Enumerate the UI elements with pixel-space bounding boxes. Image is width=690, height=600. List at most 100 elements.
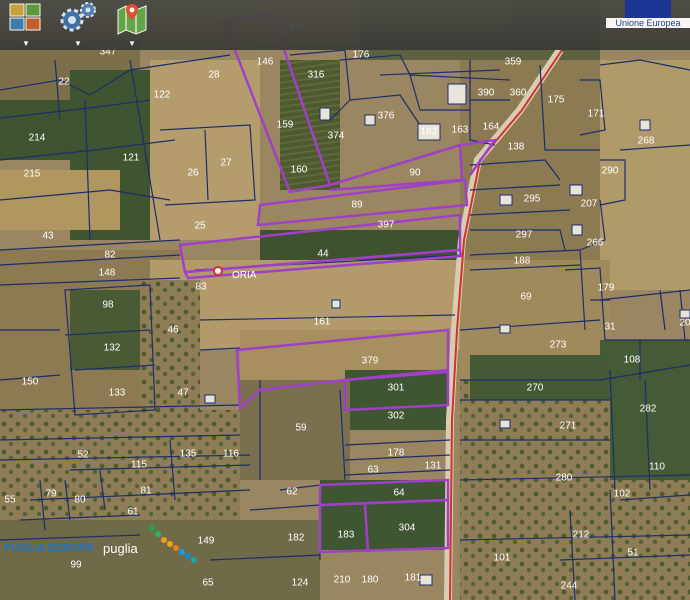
parcel-label: 31 bbox=[604, 322, 616, 333]
parcel-label: 65 bbox=[202, 578, 214, 589]
parcel-label: 61 bbox=[127, 507, 139, 518]
parcel-label: 160 bbox=[291, 165, 308, 176]
parcel-label: 51 bbox=[627, 548, 639, 559]
parcel-label: 212 bbox=[573, 530, 590, 541]
parcel-label: 27 bbox=[220, 158, 232, 169]
parcel-label: 108 bbox=[624, 355, 641, 366]
parcel-label: 290 bbox=[602, 166, 619, 177]
parcel-label: 270 bbox=[527, 383, 544, 394]
top-toolbar: ▼ ▼ ▼ Unione Europea bbox=[0, 0, 690, 50]
parcel-label: 188 bbox=[514, 256, 531, 267]
parcel-label: 122 bbox=[154, 90, 171, 101]
eu-logo: Unione Europea bbox=[606, 0, 690, 28]
parcel-label: 390 bbox=[478, 88, 495, 99]
puglia-logo: puglia bbox=[103, 541, 138, 556]
parcel-label: 110 bbox=[649, 462, 665, 473]
parcel-label: 359 bbox=[505, 57, 522, 68]
parcel-label: 20 bbox=[679, 318, 690, 329]
parcel-label: 101 bbox=[494, 553, 511, 564]
parcel-label: 52 bbox=[77, 450, 89, 461]
parcel-label: 374 bbox=[328, 131, 345, 142]
parcel-label: 22 bbox=[58, 77, 70, 88]
parcel-label: 266 bbox=[587, 238, 604, 249]
parcel-label: 397 bbox=[378, 220, 395, 231]
parcel-label: 83 bbox=[195, 282, 207, 293]
parcel-label: 90 bbox=[409, 168, 421, 179]
parcel-label: 176 bbox=[353, 50, 370, 61]
parcel-label: 180 bbox=[362, 575, 379, 586]
parcel-label: 79 bbox=[45, 489, 57, 500]
map-button[interactable]: ▼ bbox=[110, 0, 154, 50]
parcel-label: 135 bbox=[180, 449, 197, 460]
parcel-label: 43 bbox=[42, 231, 54, 242]
puglia-europa-logo: PUGLIA EUROPA bbox=[4, 542, 95, 554]
parcel-label: 163 bbox=[452, 125, 469, 136]
parcel-label: 46 bbox=[167, 325, 179, 336]
parcel-label: 182 bbox=[288, 533, 305, 544]
parcel-label: 181 bbox=[405, 573, 422, 584]
parcel-label: 55 bbox=[4, 495, 16, 506]
place-label: ORIA bbox=[232, 270, 257, 281]
map-dropdown-arrow[interactable]: ▼ bbox=[128, 40, 136, 48]
parcel-label: 207 bbox=[581, 199, 598, 210]
layers-button[interactable]: ▼ bbox=[4, 0, 48, 50]
settings-dropdown-arrow[interactable]: ▼ bbox=[74, 40, 82, 48]
parcel-label: 214 bbox=[29, 133, 46, 144]
eu-label: Unione Europea bbox=[606, 18, 690, 28]
parcel-label: 80 bbox=[74, 495, 86, 506]
eu-flag-icon bbox=[625, 0, 671, 18]
parcel-label: 69 bbox=[520, 292, 532, 303]
parcel-label: 171 bbox=[588, 109, 605, 120]
parcel-label: 273 bbox=[550, 340, 567, 351]
parcel-label: 210 bbox=[334, 575, 351, 586]
parcel-label: 159 bbox=[277, 120, 294, 131]
parcel-label: 162 bbox=[421, 127, 438, 138]
parcel-label: 175 bbox=[548, 95, 565, 106]
parcel-label: 62 bbox=[286, 487, 298, 498]
parcel-label: 376 bbox=[378, 111, 395, 122]
parcel-label: 183 bbox=[338, 530, 355, 541]
parcel-label: 25 bbox=[194, 221, 206, 232]
layers-icon bbox=[9, 3, 41, 31]
parcel-label: 82 bbox=[104, 250, 116, 261]
parcel-label: 131 bbox=[425, 461, 442, 472]
parcel-label: 282 bbox=[640, 404, 657, 415]
gear-icon bbox=[60, 2, 96, 32]
parcel-label: 132 bbox=[104, 343, 121, 354]
parcel-label: 81 bbox=[140, 486, 152, 497]
parcel-label: 148 bbox=[99, 268, 116, 279]
parcel-label: 102 bbox=[614, 489, 631, 500]
parcel-label: 178 bbox=[388, 448, 405, 459]
parcel-label: 63 bbox=[367, 465, 379, 476]
settings-button[interactable]: ▼ bbox=[56, 0, 100, 50]
parcel-label: 304 bbox=[399, 523, 416, 534]
parcel-label: 280 bbox=[556, 473, 573, 484]
parcel-label: 316 bbox=[308, 70, 325, 81]
parcel-label: 98 bbox=[102, 300, 114, 311]
parcel-label: 59 bbox=[295, 423, 307, 434]
parcel-label: 89 bbox=[351, 200, 363, 211]
parcel-label: 164 bbox=[483, 122, 500, 133]
cadastral-map[interactable]: ORIA 347 337 176 359 22 28 146 316 390 3… bbox=[0, 0, 690, 600]
parcel-label: 64 bbox=[393, 488, 405, 499]
parcel-label: 360 bbox=[510, 88, 527, 99]
parcel-label: 124 bbox=[292, 578, 309, 589]
parcel-label: 115 bbox=[131, 460, 147, 471]
parcel-label: 268 bbox=[638, 136, 655, 147]
parcel-label: 295 bbox=[524, 194, 541, 205]
parcel-label: 244 bbox=[561, 581, 578, 592]
parcel-label: 47 bbox=[177, 388, 189, 399]
parcel-label: 146 bbox=[257, 57, 274, 68]
parcel-label: 297 bbox=[516, 230, 533, 241]
parcel-label: 271 bbox=[560, 421, 577, 432]
parcel-label: 179 bbox=[598, 283, 615, 294]
parcel-label: 116 bbox=[223, 449, 239, 460]
parcel-label: 121 bbox=[123, 153, 140, 164]
parcel-label: 28 bbox=[208, 70, 220, 81]
parcel-label: 138 bbox=[508, 142, 525, 153]
parcel-label: 150 bbox=[22, 377, 39, 388]
map-icon bbox=[117, 4, 147, 35]
parcel-label: 379 bbox=[362, 356, 379, 367]
layers-dropdown-arrow[interactable]: ▼ bbox=[22, 40, 30, 48]
parcel-label: 302 bbox=[388, 411, 405, 422]
